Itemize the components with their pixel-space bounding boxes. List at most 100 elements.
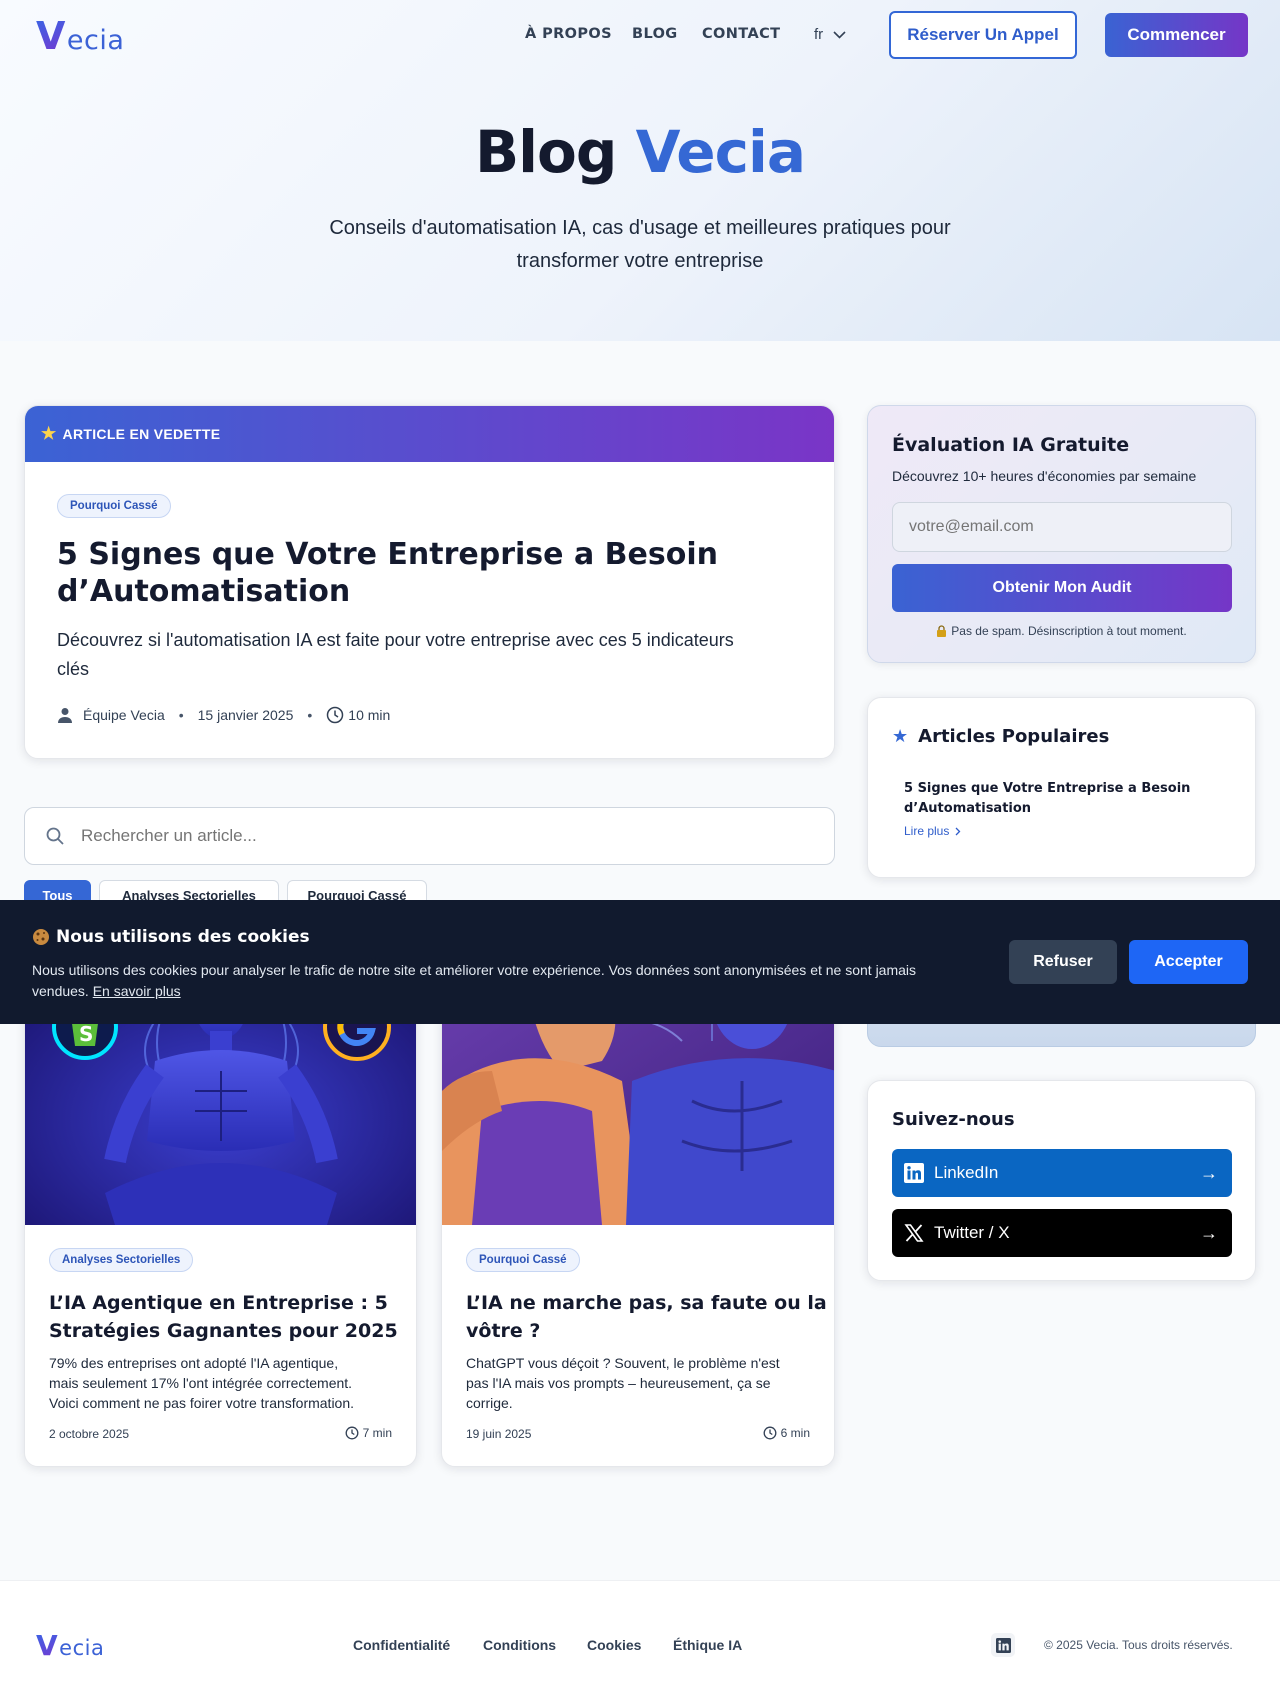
get-audit-button[interactable]: Obtenir Mon Audit [892,564,1232,612]
linkedin-icon [904,1163,924,1183]
featured-title-line: d’Automatisation [57,574,351,609]
language-selector[interactable]: fr [814,26,846,43]
featured-banner-label: ARTICLE EN VEDETTE [62,426,221,442]
lock-icon [937,625,947,637]
popular-title: Articles Populaires [918,726,1110,747]
accept-cookies-button[interactable]: Accepter [1129,940,1248,984]
email-field[interactable] [892,502,1232,552]
article-read-time: 7 min [345,1426,392,1440]
article-title-line: Stratégies Gagnantes pour 2025 [49,1320,398,1342]
logo-text: ecia [59,1636,105,1660]
article-title[interactable]: L’IA ne marche pas, sa faute ou la vôtre… [466,1289,827,1345]
meta-separator: • [178,707,184,723]
footer-logo[interactable]: Vecia [36,1629,104,1662]
nav-link-about[interactable]: À PROPOS [525,26,612,42]
linkedin-button[interactable]: LinkedIn → [892,1149,1232,1197]
follow-title: Suivez-nous [892,1109,1015,1130]
chevron-down-icon [833,30,846,39]
cookie-title-text: Nous utilisons des cookies [56,927,310,947]
read-more-link[interactable]: Lire plus [904,824,961,838]
article-title[interactable]: L’IA Agentique en Entreprise : 5 Stratég… [49,1289,398,1345]
logo[interactable]: Vecia [36,14,124,58]
article-excerpt: 79% des entreprises ont adopté l'IA agen… [49,1353,354,1413]
x-logo-icon [904,1224,924,1242]
category-pill: Pourquoi Cassé [466,1248,580,1272]
logo-initial: V [36,14,66,58]
popular-item-line: 5 Signes que Votre Entreprise a Besoin [904,781,1191,796]
star-icon: ★ [41,424,57,443]
featured-category[interactable]: Pourquoi Cassé [57,494,171,518]
user-icon [58,708,72,723]
hero-subtitle-line: transformer votre entreprise [516,250,764,272]
audit-subtitle: Découvrez 10+ heures d'économies par sem… [892,468,1197,484]
cookie-icon [33,929,49,945]
audit-title: Évaluation IA Gratuite [892,434,1130,456]
article-card[interactable]: Pourquoi Cassé L’IA ne marche pas, sa fa… [441,960,835,1467]
article-category[interactable]: Pourquoi Cassé [466,1248,580,1272]
audit-note: Pas de spam. Désinscription à tout momen… [868,624,1255,638]
audit-note-text: Pas de spam. Désinscription à tout momen… [951,624,1187,638]
featured-meta: Équipe Vecia • 15 janvier 2025 • 10 min [57,706,390,724]
arrow-right-icon: → [1200,1162,1218,1183]
featured-author: Équipe Vecia [83,707,165,723]
star-icon: ★ [892,726,909,746]
twitter-button[interactable]: Twitter / X → [892,1209,1232,1257]
article-excerpt-line: corrige. [466,1395,513,1411]
featured-title[interactable]: 5 Signes que Votre Entreprise a Besoin d… [57,536,718,610]
refuse-cookies-button[interactable]: Refuser [1009,940,1117,984]
hero-subtitle: Conseils d'automatisation IA, cas d'usag… [0,212,1280,278]
chevron-right-icon [955,827,961,835]
article-excerpt: ChatGPT vous déçoit ? Souvent, le problè… [466,1353,780,1413]
clock-icon [327,706,344,724]
article-date: 2 octobre 2025 [49,1427,130,1441]
category-pill: Pourquoi Cassé [57,494,171,518]
read-time-value: 6 min [780,1426,810,1440]
copyright: © 2025 Vecia. Tous droits réservés. [1044,1638,1233,1652]
article-card[interactable]: S Analyses Sectorielles L’IA Agentique e… [24,960,417,1467]
linkedin-label: LinkedIn [934,1163,999,1182]
footer-link-terms[interactable]: Conditions [483,1637,556,1653]
article-excerpt-line: ChatGPT vous déçoit ? Souvent, le problè… [466,1355,780,1371]
featured-title-line: 5 Signes que Votre Entreprise a Besoin [57,537,718,572]
footer: Vecia Confidentialité Conditions Cookies… [0,1580,1280,1708]
svg-text:S: S [79,1022,93,1046]
language-value: fr [814,26,824,43]
featured-banner: ★ ARTICLE EN VEDETTE [25,406,834,462]
article-excerpt-line: Voici comment ne pas foirer votre transf… [49,1395,355,1411]
article-excerpt-line: 79% des entreprises ont adopté l'IA agen… [49,1355,339,1371]
article-date: 19 juin 2025 [466,1427,532,1441]
search-input[interactable] [81,826,781,846]
nav-link-contact[interactable]: CONTACT [702,26,780,42]
category-pill: Analyses Sectorielles [49,1248,194,1272]
popular-item-title[interactable]: 5 Signes que Votre Entreprise a Besoin d… [904,779,1190,819]
search-box[interactable] [24,807,835,865]
book-call-button[interactable]: Réserver Un Appel [889,11,1077,59]
featured-excerpt: Découvrez si l'automatisation IA est fai… [57,626,734,684]
logo-initial: V [36,1629,59,1662]
learn-more-link[interactable]: En savoir plus [93,983,181,999]
clock-icon [763,1426,777,1440]
article-title-line: L’IA ne marche pas, sa faute ou la [466,1292,827,1314]
cookie-text: Nous utilisons des cookies pour analyser… [32,960,992,1002]
article-category[interactable]: Analyses Sectorielles [49,1248,194,1272]
start-button[interactable]: Commencer [1105,13,1248,57]
page-title: Blog Vecia [0,118,1280,186]
cookie-banner: Nous utilisons des cookies Nous utilison… [0,900,1280,1024]
featured-excerpt-line: Découvrez si l'automatisation IA est fai… [57,630,734,650]
read-time-value: 7 min [362,1426,392,1440]
cookie-text-line: Nous utilisons des cookies pour analyser… [32,962,917,978]
linkedin-icon [995,1637,1011,1653]
search-icon [46,827,64,845]
twitter-label: Twitter / X [934,1223,1010,1242]
nav-link-blog[interactable]: BLOG [632,26,678,42]
article-title-line: L’IA Agentique en Entreprise : 5 [49,1292,388,1314]
featured-article-card[interactable]: ★ ARTICLE EN VEDETTE Pourquoi Cassé 5 Si… [24,405,835,759]
popular-item-line: d’Automatisation [904,801,1032,816]
footer-link-privacy[interactable]: Confidentialité [353,1637,450,1653]
footer-linkedin-link[interactable] [991,1633,1015,1657]
cookie-text-line: vendues. [32,983,89,999]
featured-read-time: 10 min [348,707,391,723]
footer-link-cookies[interactable]: Cookies [587,1637,641,1653]
footer-link-ai-ethics[interactable]: Éthique IA [673,1637,742,1653]
article-excerpt-line: mais seulement 17% l'ont intégrée correc… [49,1375,353,1391]
